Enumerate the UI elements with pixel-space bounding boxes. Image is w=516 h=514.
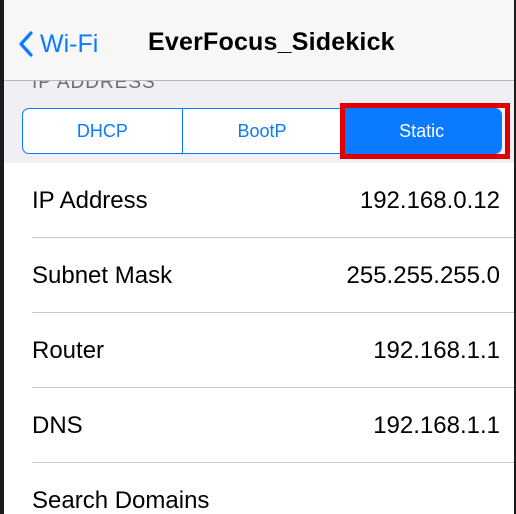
row-router[interactable]: Router 192.168.1.1 [4, 313, 514, 388]
row-value: 192.168.1.1 [373, 336, 500, 364]
ip-settings-list: IP Address 192.168.0.12 Subnet Mask 255.… [4, 163, 514, 514]
row-dns[interactable]: DNS 192.168.1.1 [4, 388, 514, 463]
row-label: Router [32, 336, 105, 364]
segment-area: DHCP BootP Static [4, 105, 514, 163]
segment-static[interactable]: Static [341, 109, 501, 153]
page-title: EverFocus_Sidekick [148, 28, 395, 56]
navigation-bar: Wi-Fi EverFocus_Sidekick [4, 0, 514, 81]
row-label: DNS [32, 411, 83, 439]
section-header: IP ADDRESS [32, 81, 156, 93]
row-label: IP Address [32, 186, 148, 214]
section-header-area: IP ADDRESS [4, 81, 514, 105]
back-button[interactable]: Wi-Fi [18, 26, 98, 62]
chevron-left-icon [19, 31, 33, 57]
segment-bootp[interactable]: BootP [181, 109, 342, 153]
row-value: 192.168.0.12 [359, 186, 500, 214]
row-value: 255.255.255.0 [346, 261, 500, 289]
row-subnet-mask[interactable]: Subnet Mask 255.255.255.0 [4, 238, 514, 313]
row-value: 192.168.1.1 [373, 411, 500, 439]
row-label: Search Domains [32, 486, 210, 514]
row-ip-address[interactable]: IP Address 192.168.0.12 [4, 163, 514, 238]
ip-mode-segmented-control: DHCP BootP Static [22, 108, 502, 154]
wifi-network-settings-screen: Wi-Fi EverFocus_Sidekick IP ADDRESS DHCP… [0, 0, 516, 514]
row-search-domains[interactable]: Search Domains [4, 463, 514, 514]
row-label: Subnet Mask [32, 261, 173, 289]
segment-dhcp[interactable]: DHCP [23, 109, 182, 153]
back-button-label: Wi-Fi [40, 29, 99, 58]
